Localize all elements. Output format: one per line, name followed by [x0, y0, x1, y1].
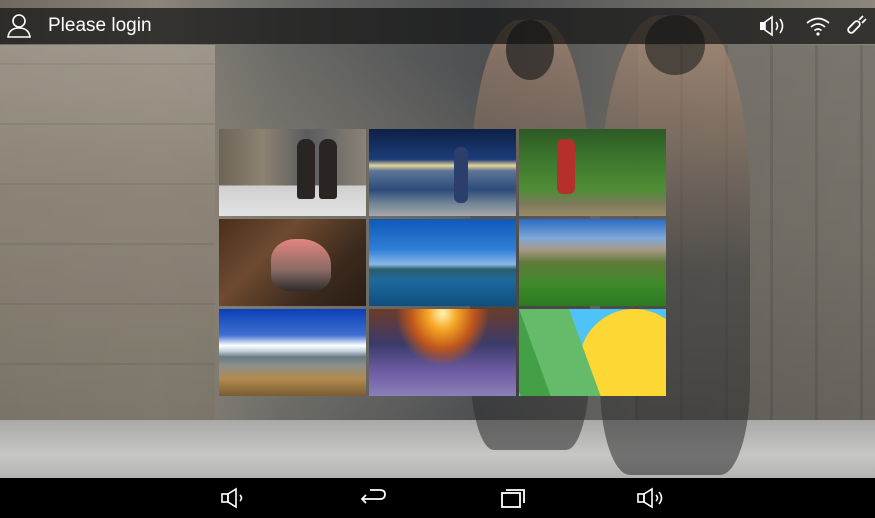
recent-apps-icon[interactable]: [498, 486, 526, 510]
tile-sunrise-fisheye[interactable]: [369, 309, 516, 396]
tile-green-hills[interactable]: [519, 219, 666, 306]
background-building-left: [0, 45, 215, 425]
tile-abstract-wallpaper[interactable]: [519, 309, 666, 396]
back-icon[interactable]: [358, 486, 386, 510]
satellite-icon: [845, 15, 867, 37]
wifi-icon: [805, 15, 831, 37]
tile-runner-forest[interactable]: [519, 129, 666, 216]
speaker-icon: [759, 15, 791, 37]
image-grid: [219, 129, 668, 396]
user-icon[interactable]: [6, 13, 32, 39]
volume-up-icon[interactable]: [636, 486, 664, 510]
tile-lake-mountains[interactable]: [369, 219, 516, 306]
status-bar: Please login: [0, 8, 875, 44]
tile-mountain-lake-clouds[interactable]: [219, 309, 366, 396]
status-icons: [759, 8, 867, 44]
tile-runner-harbor[interactable]: [369, 129, 516, 216]
tile-running-shoes[interactable]: [219, 219, 366, 306]
volume-down-icon[interactable]: [220, 486, 248, 510]
login-prompt[interactable]: Please login: [48, 15, 152, 37]
navigation-bar: [0, 478, 875, 518]
tile-runners-street[interactable]: [219, 129, 366, 216]
